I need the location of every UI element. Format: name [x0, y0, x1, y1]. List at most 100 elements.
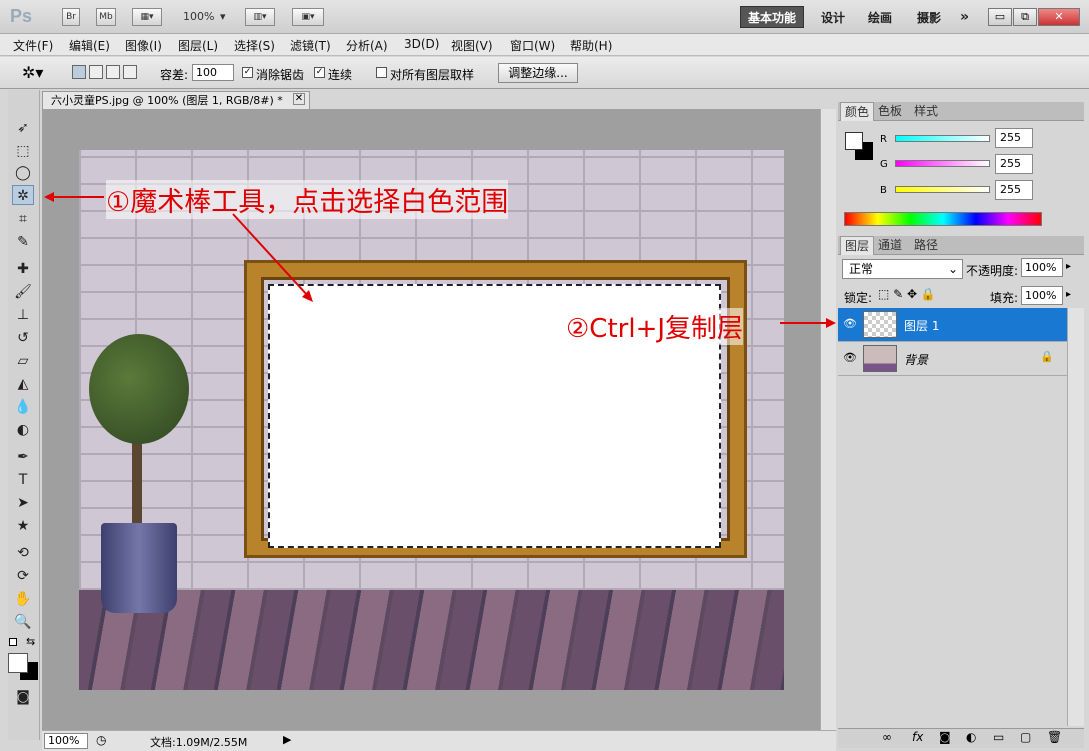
workspace-painting[interactable]: 绘画: [868, 9, 892, 26]
close-document-icon[interactable]: ✕: [293, 93, 305, 105]
refine-edge-button[interactable]: 调整边缘...: [498, 63, 578, 83]
tab-paths[interactable]: 路径: [910, 236, 942, 255]
new-layer-icon[interactable]: ▢: [1020, 730, 1031, 744]
marquee-tool-icon[interactable]: ⬚: [12, 141, 34, 161]
mini-bridge-button[interactable]: Mb: [96, 8, 116, 26]
brush-tool-icon[interactable]: 🖌: [12, 282, 34, 302]
channel-r-slider[interactable]: [895, 135, 990, 142]
quick-mask-icon[interactable]: ◙: [12, 687, 34, 707]
menu-edit[interactable]: 编辑(E): [69, 37, 110, 54]
default-colors-icon[interactable]: [9, 638, 17, 646]
magic-wand-tool-icon[interactable]: ✲: [12, 185, 34, 205]
arrange-documents-button[interactable]: ▥▾: [245, 8, 275, 26]
hand-tool-icon[interactable]: ✋: [12, 589, 34, 609]
bridge-button[interactable]: Br: [62, 8, 80, 26]
color-spectrum[interactable]: [844, 212, 1042, 226]
menu-filter[interactable]: 滤镜(T): [290, 37, 331, 54]
menu-file[interactable]: 文件(F): [13, 37, 53, 54]
eye-icon[interactable]: 👁: [843, 352, 857, 364]
menu-help[interactable]: 帮助(H): [570, 37, 612, 54]
menu-view[interactable]: 视图(V): [451, 37, 493, 54]
clone-stamp-icon[interactable]: ⊥: [12, 305, 34, 325]
new-selection-icon[interactable]: [72, 65, 86, 79]
vertical-scrollbar[interactable]: [820, 109, 836, 730]
channel-r-value[interactable]: 255: [995, 128, 1033, 148]
tab-styles[interactable]: 样式: [910, 102, 942, 121]
new-group-icon[interactable]: ▭: [993, 730, 1004, 744]
fill-input[interactable]: 100%: [1021, 286, 1063, 305]
eyedropper-tool-icon[interactable]: ✎: [12, 232, 34, 252]
tab-swatches[interactable]: 色板: [874, 102, 906, 121]
zoom-level[interactable]: 100%: [183, 10, 214, 23]
workspace-photography[interactable]: 摄影: [917, 9, 941, 26]
blur-tool-icon[interactable]: 💧: [12, 397, 34, 417]
tolerance-input[interactable]: 100: [192, 64, 234, 81]
blend-mode-select[interactable]: 正常 ⌄: [842, 259, 963, 279]
adjustment-layer-icon[interactable]: ◐: [966, 730, 976, 744]
restore-button[interactable]: ⧉: [1013, 8, 1037, 26]
document-tab[interactable]: 六小灵童PS.jpg @ 100% (图层 1, RGB/8#) * ✕: [42, 91, 310, 109]
add-mask-icon[interactable]: ◙: [939, 730, 951, 744]
shape-tool-icon[interactable]: ★: [12, 516, 34, 536]
channel-g-value[interactable]: 255: [995, 154, 1033, 174]
color-panel-fg-swatch[interactable]: [845, 132, 863, 150]
view-extras-button[interactable]: ▦▾: [132, 8, 162, 26]
menu-window[interactable]: 窗口(W): [510, 37, 555, 54]
sample-all-layers-checkbox[interactable]: [376, 67, 387, 78]
layer-style-icon[interactable]: fx: [912, 730, 923, 744]
status-zoom-input[interactable]: 100%: [44, 733, 88, 749]
document-image[interactable]: [79, 150, 784, 690]
delete-layer-icon[interactable]: 🗑: [1047, 730, 1062, 744]
opacity-arrow-icon[interactable]: ▸: [1066, 261, 1071, 272]
swap-colors-icon[interactable]: ⇆: [26, 635, 35, 648]
paint-bucket-icon[interactable]: ◭: [12, 374, 34, 394]
tab-channels[interactable]: 通道: [874, 236, 906, 255]
subtract-selection-icon[interactable]: [106, 65, 120, 79]
lock-icons[interactable]: ⬚ ✎ ✥ 🔒: [878, 287, 936, 301]
3d-rotate-icon[interactable]: ⟲: [12, 543, 34, 563]
close-window-button[interactable]: ✕: [1038, 8, 1080, 26]
menu-image[interactable]: 图像(I): [125, 37, 162, 54]
eye-icon[interactable]: 👁: [843, 318, 857, 330]
menu-select[interactable]: 选择(S): [234, 37, 275, 54]
add-selection-icon[interactable]: [89, 65, 103, 79]
crop-tool-icon[interactable]: ⌗: [12, 209, 34, 229]
opacity-input[interactable]: 100%: [1021, 258, 1063, 277]
3d-orbit-icon[interactable]: ⟳: [12, 566, 34, 586]
intersect-selection-icon[interactable]: [123, 65, 137, 79]
channel-g-slider[interactable]: [895, 160, 990, 167]
move-tool-icon[interactable]: ➶: [12, 118, 34, 138]
fill-arrow-icon[interactable]: ▸: [1066, 289, 1071, 300]
layer-row-layer1[interactable]: 👁 图层 1: [838, 308, 1067, 342]
layer-row-background[interactable]: 👁 背景 🔒: [838, 342, 1067, 376]
status-info-icon[interactable]: ◷: [96, 733, 106, 747]
foreground-color-swatch[interactable]: [8, 653, 28, 673]
eraser-tool-icon[interactable]: ▱: [12, 351, 34, 371]
path-selection-icon[interactable]: ➤: [12, 493, 34, 513]
lasso-tool-icon[interactable]: ◯: [12, 163, 34, 183]
screen-mode-button[interactable]: ▣▾: [292, 8, 324, 26]
pen-tool-icon[interactable]: ✒: [12, 447, 34, 467]
menu-3d[interactable]: 3D(D): [404, 37, 439, 51]
magic-wand-preset-icon[interactable]: ✲▾: [22, 63, 43, 82]
healing-brush-icon[interactable]: ✚: [12, 259, 34, 279]
minimize-button[interactable]: ▭: [988, 8, 1012, 26]
status-menu-icon[interactable]: ▶: [283, 733, 291, 746]
link-layers-icon[interactable]: ∞: [882, 730, 892, 744]
menu-analysis[interactable]: 分析(A): [346, 37, 388, 54]
antialias-checkbox[interactable]: ✓: [242, 67, 253, 78]
contiguous-checkbox[interactable]: ✓: [314, 67, 325, 78]
zoom-dropdown-icon[interactable]: ▾: [220, 10, 226, 23]
dodge-tool-icon[interactable]: ◐: [12, 420, 34, 440]
tab-color[interactable]: 颜色: [840, 102, 875, 121]
more-workspaces-icon[interactable]: »: [960, 9, 969, 25]
workspace-essentials[interactable]: 基本功能: [740, 6, 804, 28]
zoom-tool-icon[interactable]: 🔍: [12, 612, 34, 632]
type-tool-icon[interactable]: T: [12, 470, 34, 490]
channel-b-value[interactable]: 255: [995, 180, 1033, 200]
history-brush-icon[interactable]: ↺: [12, 328, 34, 348]
tab-layers[interactable]: 图层: [840, 236, 875, 255]
menu-layer[interactable]: 图层(L): [178, 37, 218, 54]
channel-b-slider[interactable]: [895, 186, 990, 193]
layers-scrollbar[interactable]: [1067, 308, 1084, 726]
